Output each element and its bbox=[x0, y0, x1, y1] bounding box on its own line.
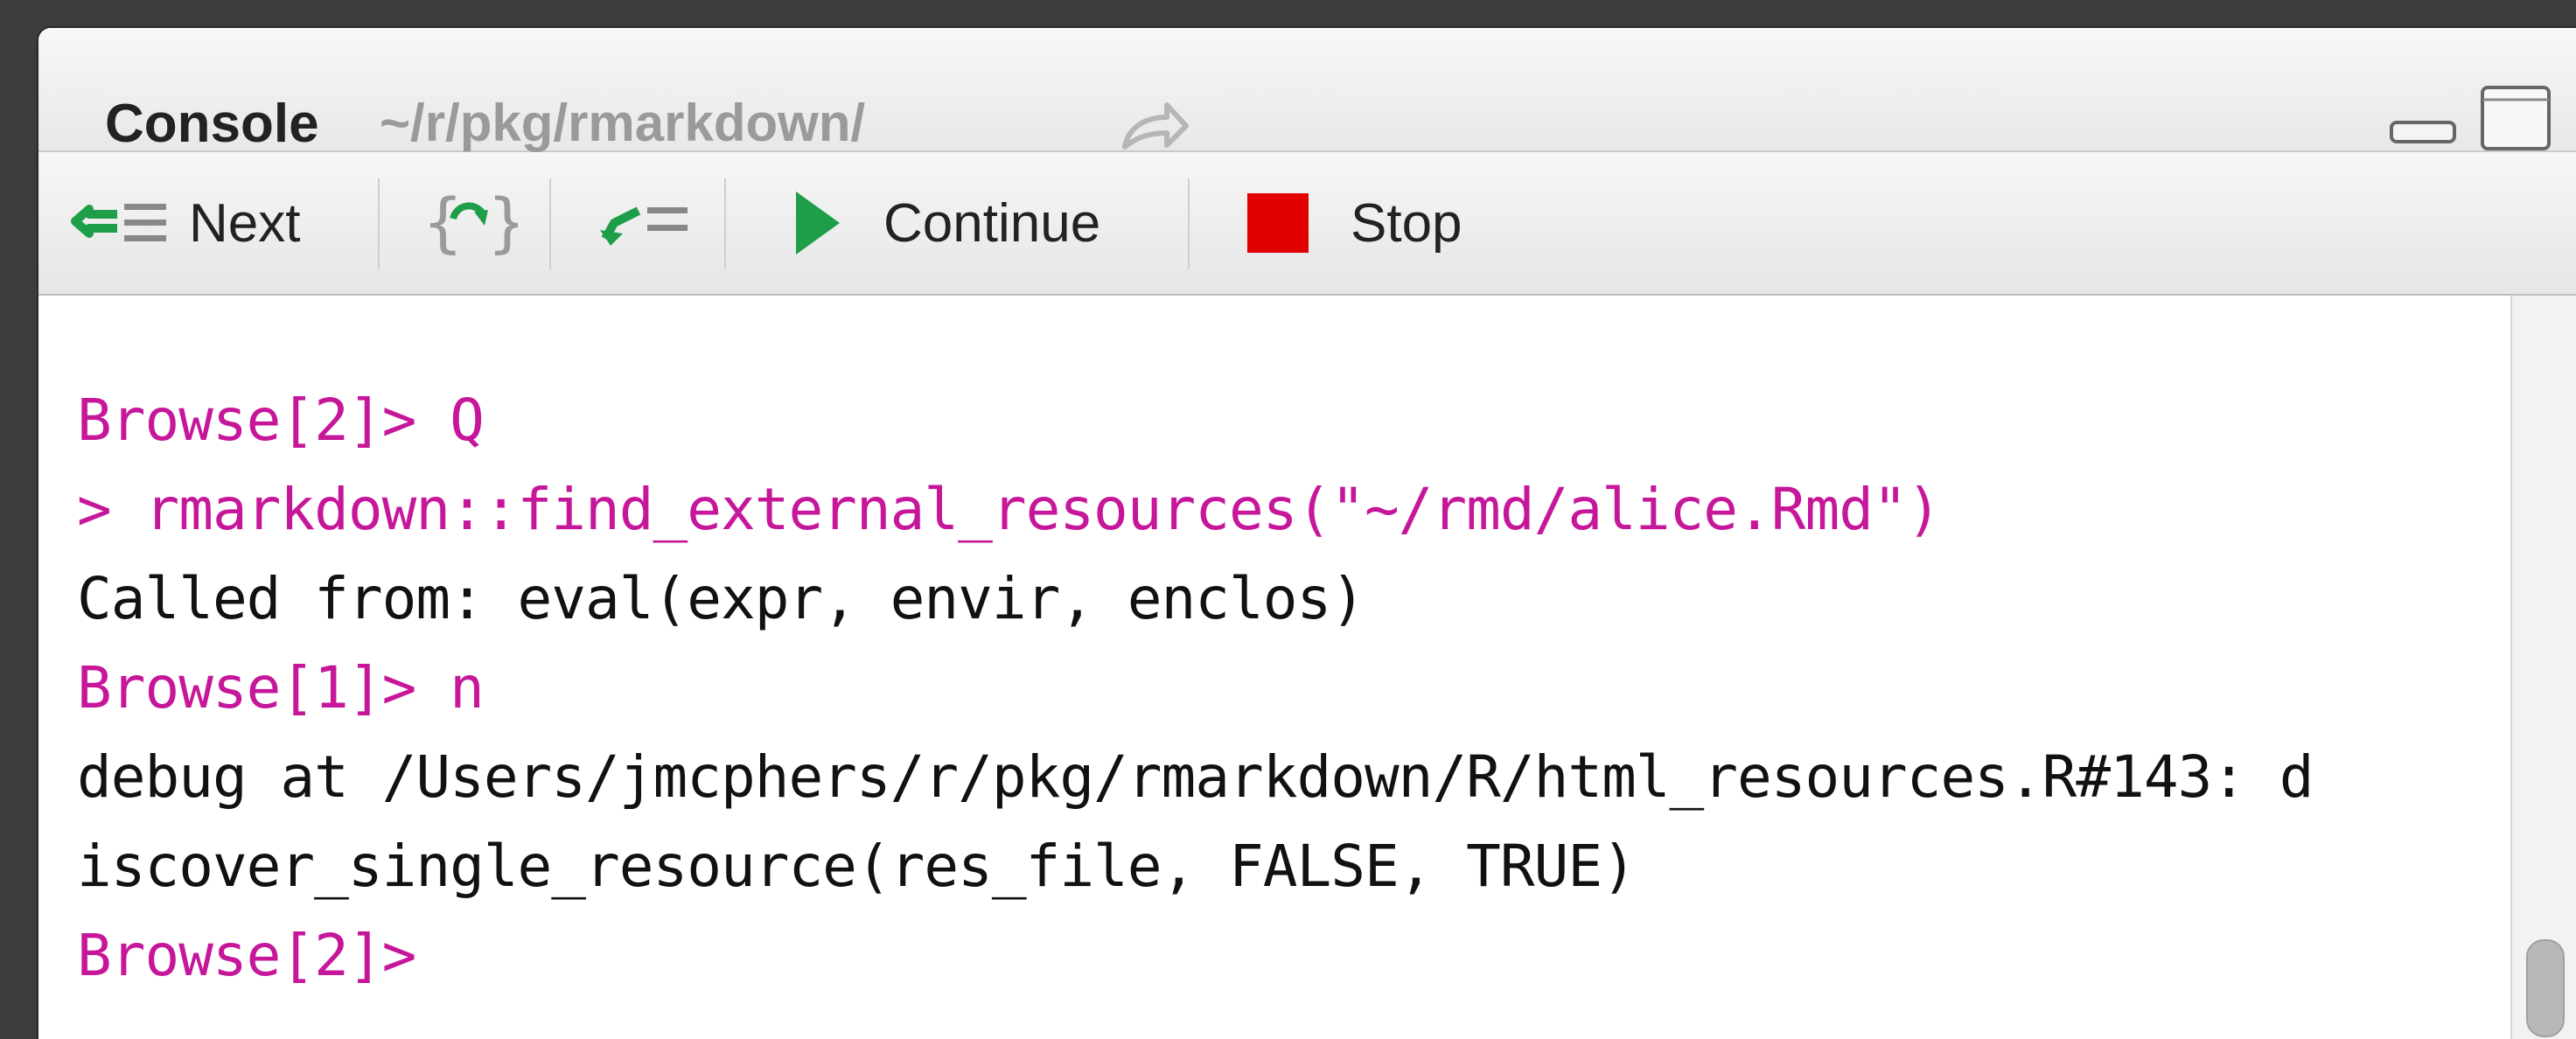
share-arrow-icon[interactable] bbox=[1113, 94, 1191, 156]
console-line: iscover_single_resource(res_file, FALSE,… bbox=[77, 833, 1637, 900]
console-panel: Console ~/r/pkg/rmarkdown/ Next {Contin… bbox=[38, 28, 2576, 1039]
console-prompt[interactable]: Browse[2]> bbox=[77, 922, 416, 989]
stop-button-label: Stop bbox=[1351, 192, 1463, 254]
next-button-label: Next bbox=[189, 192, 301, 254]
console-titlebar: Console ~/r/pkg/rmarkdown/ bbox=[38, 28, 2576, 155]
console-line: Called from: eval(expr, envir, enclos) bbox=[77, 565, 1365, 632]
console-title[interactable]: Console bbox=[105, 93, 319, 155]
stop-square-icon bbox=[1247, 193, 1309, 253]
console-line: debug at /Users/jmcphers/r/pkg/rmarkdown… bbox=[77, 743, 2314, 811]
finish-function-button[interactable] bbox=[598, 152, 695, 294]
working-directory-path: ~/r/pkg/rmarkdown/ bbox=[380, 94, 866, 152]
toolbar-separator bbox=[1188, 178, 1190, 269]
step-into-icon: { } bbox=[423, 185, 518, 261]
stop-button[interactable]: Stop bbox=[1244, 152, 1463, 294]
next-line-icon bbox=[71, 204, 166, 241]
toolbar-separator bbox=[724, 178, 726, 269]
next-button[interactable]: Next bbox=[70, 152, 300, 294]
screen-background: Console ~/r/pkg/rmarkdown/ Next {Contin… bbox=[0, 0, 2576, 1039]
play-icon bbox=[796, 192, 840, 255]
toolbar-separator bbox=[549, 178, 551, 269]
console-line: > rmarkdown::find_external_resources("~/… bbox=[77, 476, 1941, 543]
console-output[interactable]: Browse[2]> Q > rmarkdown::find_external_… bbox=[38, 296, 2505, 1039]
finish-function-icon bbox=[600, 206, 688, 246]
scrollbar-thumb[interactable] bbox=[2526, 939, 2565, 1037]
minimize-icon[interactable] bbox=[2388, 84, 2458, 152]
console-line: Browse[1]> n bbox=[77, 654, 485, 722]
step-into-button[interactable]: { } bbox=[422, 152, 518, 294]
console-line: Browse[2]> Q bbox=[77, 387, 485, 454]
maximize-icon[interactable] bbox=[2479, 84, 2554, 152]
continue-button-label: Continue bbox=[883, 192, 1101, 254]
svg-text:{: { bbox=[423, 185, 463, 261]
debug-toolbar: Next { } bbox=[38, 152, 2576, 296]
console-scrollbar[interactable] bbox=[2510, 296, 2576, 1039]
continue-button[interactable]: Continue bbox=[789, 152, 1100, 294]
toolbar-separator bbox=[378, 178, 380, 269]
svg-text:}: } bbox=[488, 185, 518, 261]
